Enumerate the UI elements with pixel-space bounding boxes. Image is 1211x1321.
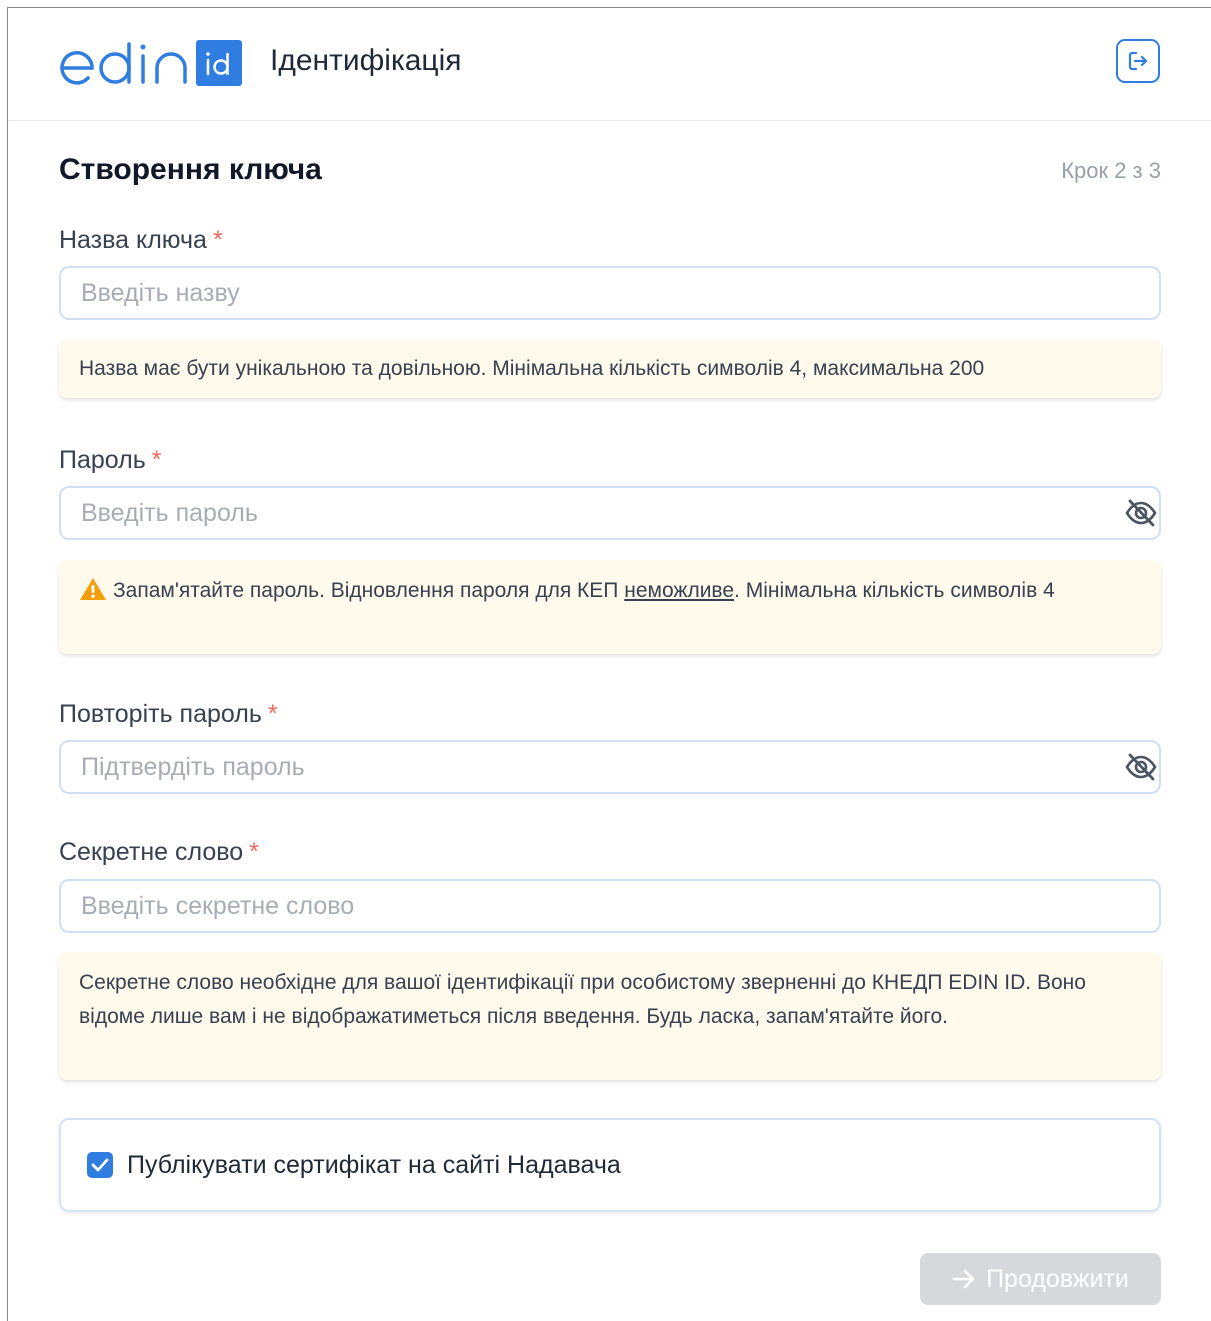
checkmark-icon <box>91 1158 109 1172</box>
password-label: Пароль * <box>59 446 162 474</box>
key-name-input[interactable] <box>59 266 1161 320</box>
secret-word-hint: Секретне слово необхідне для вашої ідент… <box>59 952 1161 1080</box>
required-mark: * <box>249 838 259 866</box>
toggle-password-repeat-visibility-button[interactable] <box>1121 749 1161 785</box>
password-input[interactable] <box>59 486 1161 540</box>
edin-id-logo <box>58 38 244 93</box>
eye-off-icon <box>1125 499 1157 527</box>
toggle-password-visibility-button[interactable] <box>1121 495 1161 531</box>
secret-word-input[interactable] <box>59 879 1161 933</box>
step-indicator: Крок 2 з 3 <box>1061 158 1161 183</box>
required-mark: * <box>267 700 278 728</box>
header: Ідентифікація <box>8 8 1211 121</box>
secret-word-label: Секретне слово * <box>59 838 259 866</box>
continue-button[interactable]: Продовжити <box>920 1253 1161 1305</box>
publish-certificate-label: Публікувати сертифікат на сайті Надавача <box>127 1150 621 1179</box>
eye-off-icon <box>1125 753 1157 781</box>
app-title: Ідентифікація <box>270 44 462 77</box>
key-name-hint: Назва має бути унікальною та довільною. … <box>59 340 1161 398</box>
key-name-label: Назва ключа * <box>59 226 223 254</box>
required-mark: * <box>151 446 162 474</box>
password-hint: Запам'ятайте пароль. Відновлення пароля … <box>59 560 1161 654</box>
publish-certificate-checkbox[interactable] <box>87 1152 113 1178</box>
password-repeat-label: Повторіть пароль * <box>59 700 278 728</box>
password-repeat-input[interactable] <box>59 740 1161 794</box>
continue-label: Продовжити <box>986 1264 1129 1293</box>
arrow-right-icon <box>952 1268 976 1290</box>
required-mark: * <box>212 226 223 254</box>
page-title: Створення ключа <box>59 153 322 186</box>
publish-certificate-option[interactable]: Публікувати сертифікат на сайті Надавача <box>59 1118 1161 1212</box>
app-frame: Ідентифікація Створення ключа Крок 2 з 3… <box>7 7 1211 1321</box>
logout-icon <box>1128 51 1148 71</box>
logout-button[interactable] <box>1116 39 1160 83</box>
warning-icon <box>80 578 106 600</box>
